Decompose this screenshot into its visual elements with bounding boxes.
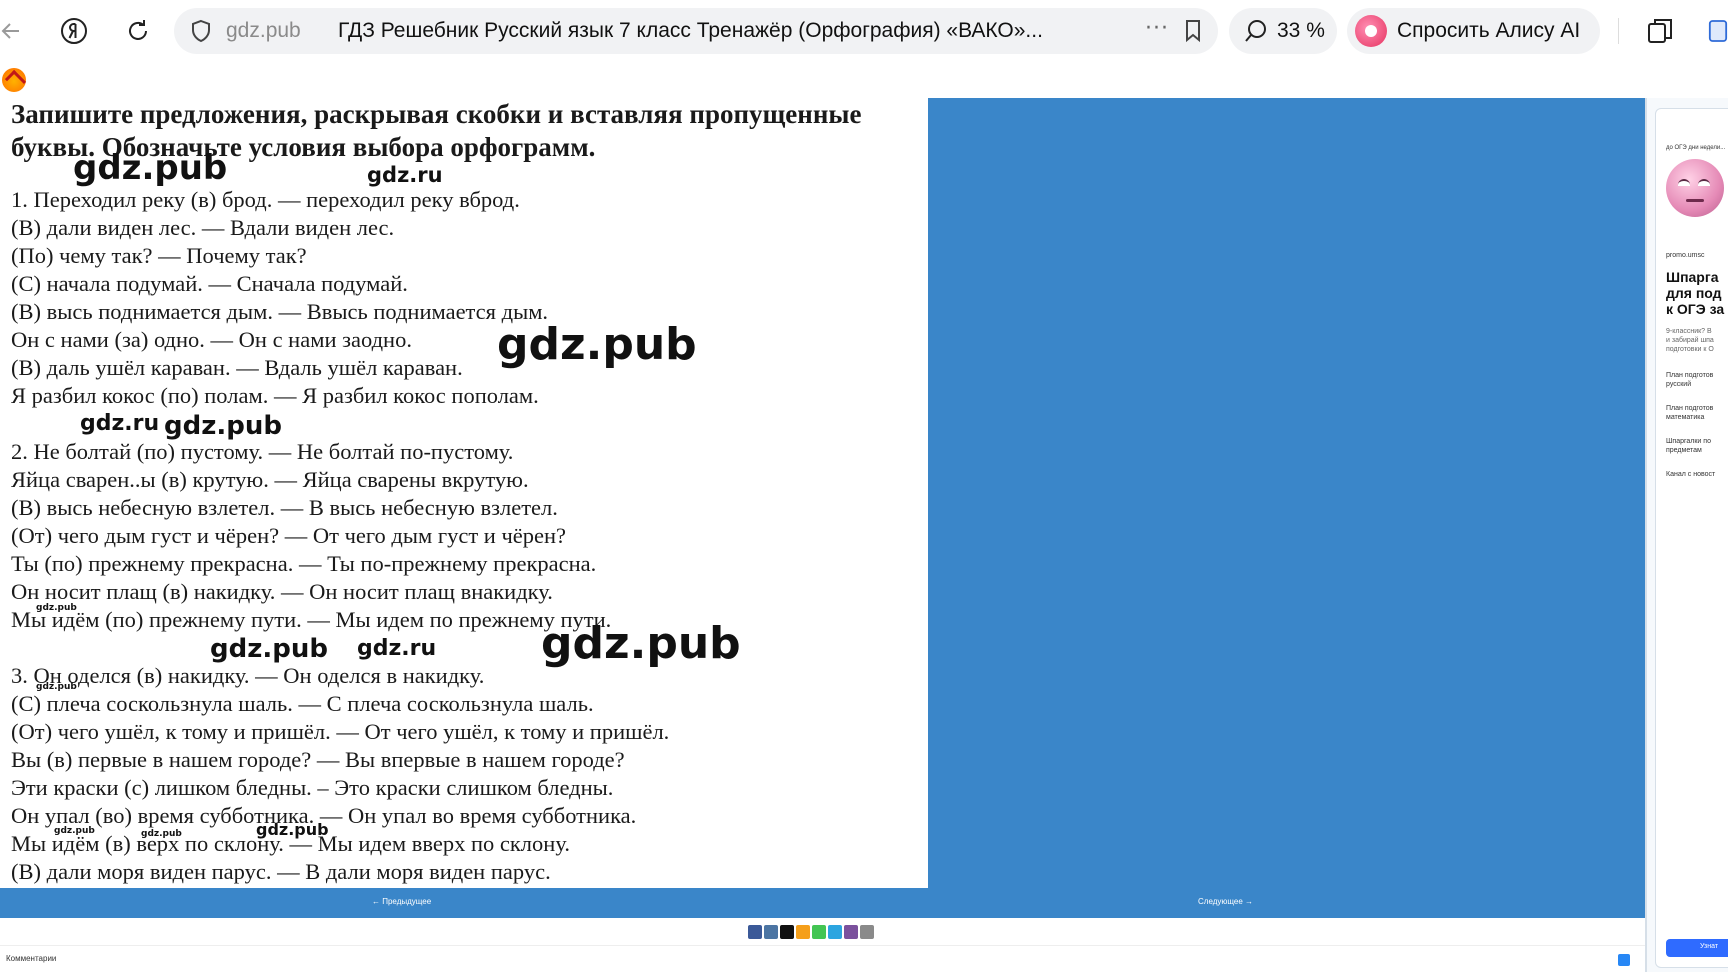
exercise-content: Запишите предложения, раскрывая скобки и… (0, 98, 928, 888)
comments-label: Комментарии (6, 954, 57, 963)
browser-toolbar: gdz.pub ГДЗ Решебник Русский язык 7 клас… (0, 0, 1728, 62)
watermark-text: gdz.pub (210, 634, 328, 664)
address-bar[interactable]: gdz.pub ГДЗ Решебник Русский язык 7 клас… (174, 8, 1218, 54)
vk-comments-icon[interactable] (1618, 954, 1630, 966)
ad-title: Шпарга для под к ОГЭ за (1666, 269, 1725, 317)
exercise-line: 3. Он оделся (в) накидку. — Он оделся в … (11, 663, 485, 688)
watermark-text: gdz.pub (36, 603, 77, 613)
exercise-line: Он с нами (за) одно. — Он с нами заодно. (11, 327, 412, 352)
exercise-line: Я разбил кокос (по) полам. — Я разбил ко… (11, 383, 539, 408)
exercise-line: Ты (по) прежнему прекрасна. — Ты по-преж… (11, 551, 597, 576)
exercise-line: (В) дали моря виден парус. — В дали моря… (11, 859, 551, 884)
exercise-line: Эти краски (с) лишком бледны. – Это крас… (11, 775, 614, 800)
watermark-text: gdz.pub (141, 829, 182, 839)
more-share-icon[interactable] (860, 925, 874, 939)
ad-cta-button[interactable]: Узнат (1666, 939, 1728, 957)
page-tab-title[interactable]: ГДЗ Решебник Русский язык 7 класс Тренаж… (338, 19, 1158, 43)
exercise-line: Яйца сварен..ы (в) крутую. — Яйца сварен… (11, 467, 529, 492)
exercise-line: (В) высь поднимается дым. — Ввысь подним… (11, 299, 549, 324)
ad-banner[interactable]: до ОГЭ дни недели... promo.umsc Шпарга д… (1655, 108, 1728, 968)
zoom-magnifier-icon (1245, 20, 1266, 42)
exercise-line: (С) плеча соскользнула шаль. — С плеча с… (11, 691, 594, 716)
viber-share-icon[interactable] (844, 925, 858, 939)
exercise-line: (В) дали виден лес. — Вдали виден лес. (11, 215, 395, 240)
ad-top-text: до ОГЭ дни недели... (1666, 145, 1726, 151)
ad-list-item[interactable]: Шпаргалки по предметам (1666, 437, 1711, 455)
ask-alice-button[interactable]: Спросить Алису AI (1347, 8, 1600, 54)
ad-list-item[interactable]: Канал с новост (1666, 470, 1715, 479)
watermark-text: gdz.pub (541, 618, 741, 669)
prev-link[interactable]: ← Предыдущее (372, 897, 431, 906)
zoom-button[interactable]: 33 % (1229, 8, 1337, 54)
shield-icon[interactable] (186, 16, 216, 46)
whatsapp-share-icon[interactable] (812, 925, 826, 939)
bookmarks-bar (0, 62, 1728, 98)
telegram-share-icon[interactable] (828, 925, 842, 939)
address-domain[interactable]: gdz.pub (226, 19, 301, 43)
exercise-line: (В) высь небесную взлетел. — В высь небе… (11, 495, 558, 520)
ad-source: promo.umsc (1666, 252, 1705, 259)
next-link[interactable]: Следующее → (1198, 897, 1253, 906)
x-share-icon[interactable] (780, 925, 794, 939)
exercise-line: (По) чему так? — Почему так? (11, 243, 307, 268)
alice-icon (1355, 15, 1387, 47)
watermark-text: gdz.pub (164, 411, 282, 441)
watermark-text: gdz.pub (73, 148, 228, 188)
zoom-level: 33 % (1277, 19, 1325, 42)
exercise-line: (В) даль ушёл караван. — Вдаль ушёл кара… (11, 355, 463, 380)
watermark-text: gdz.pub (256, 820, 329, 839)
vk-share-icon[interactable] (764, 925, 778, 939)
back-arrow-icon[interactable] (0, 12, 30, 50)
exercise-line: Он носит плащ (в) накидку. — Он носит пл… (11, 579, 553, 604)
exercise-line: (От) чего ушёл, к тому и пришёл. — От че… (11, 719, 670, 744)
facebook-share-icon[interactable] (748, 925, 762, 939)
exercise-line: (От) чего дым густ и чёрен? — От чего ды… (11, 523, 567, 548)
ad-list-item[interactable]: План подготов математика (1666, 404, 1713, 422)
watermark-text: gdz.pub (36, 682, 77, 692)
exercise-line: Мы идём (по) прежнему пути. — Мы идем по… (11, 607, 612, 632)
exercise-line: 1. Переходил реку (в) брод. — переходил … (11, 187, 520, 212)
watermark-text: gdz.pub (497, 319, 697, 370)
tabs-collection-icon[interactable] (1641, 12, 1679, 50)
toolbar-divider (1618, 18, 1619, 44)
web-page: Запишите предложения, раскрывая скобки и… (0, 98, 1645, 972)
blank-blue-panel (928, 98, 1645, 888)
share-bar (0, 918, 1645, 946)
ask-alice-label: Спросить Алису AI (1397, 19, 1581, 42)
watermark-text: gdz.ru (357, 636, 437, 661)
emoji-face-icon (1666, 159, 1724, 217)
ad-sidebar: до ОГЭ дни недели... promo.umsc Шпарга д… (1645, 98, 1728, 972)
exercise-line: (С) начала подумай. — Сначала подумай. (11, 271, 408, 296)
yandex-logo-icon[interactable] (55, 12, 93, 50)
odnoklassniki-share-icon[interactable] (796, 925, 810, 939)
ad-list-item[interactable]: План подготов русский (1666, 371, 1713, 389)
comments-section: Комментарии (0, 946, 1645, 972)
bookmark-icon[interactable] (1178, 16, 1208, 46)
sidebar-panel-icon[interactable] (1708, 12, 1728, 50)
more-options-icon[interactable]: ··· (1140, 16, 1174, 46)
site-favicon-icon[interactable] (2, 68, 26, 92)
exercise-line: 2. Не болтай (по) пустому. — Не болтай п… (11, 439, 514, 464)
watermark-text: gdz.ru (80, 411, 160, 436)
pagination-bar: ← Предыдущее Следующее → (0, 888, 1645, 918)
reload-icon[interactable] (119, 12, 157, 50)
watermark-text: gdz.ru (367, 163, 443, 187)
ad-description: 9-классник? В и забирай шпа подготовки к… (1666, 328, 1714, 353)
watermark-text: gdz.pub (54, 826, 95, 836)
exercise-line: Вы (в) первые в нашем городе? — Вы вперв… (11, 747, 625, 772)
